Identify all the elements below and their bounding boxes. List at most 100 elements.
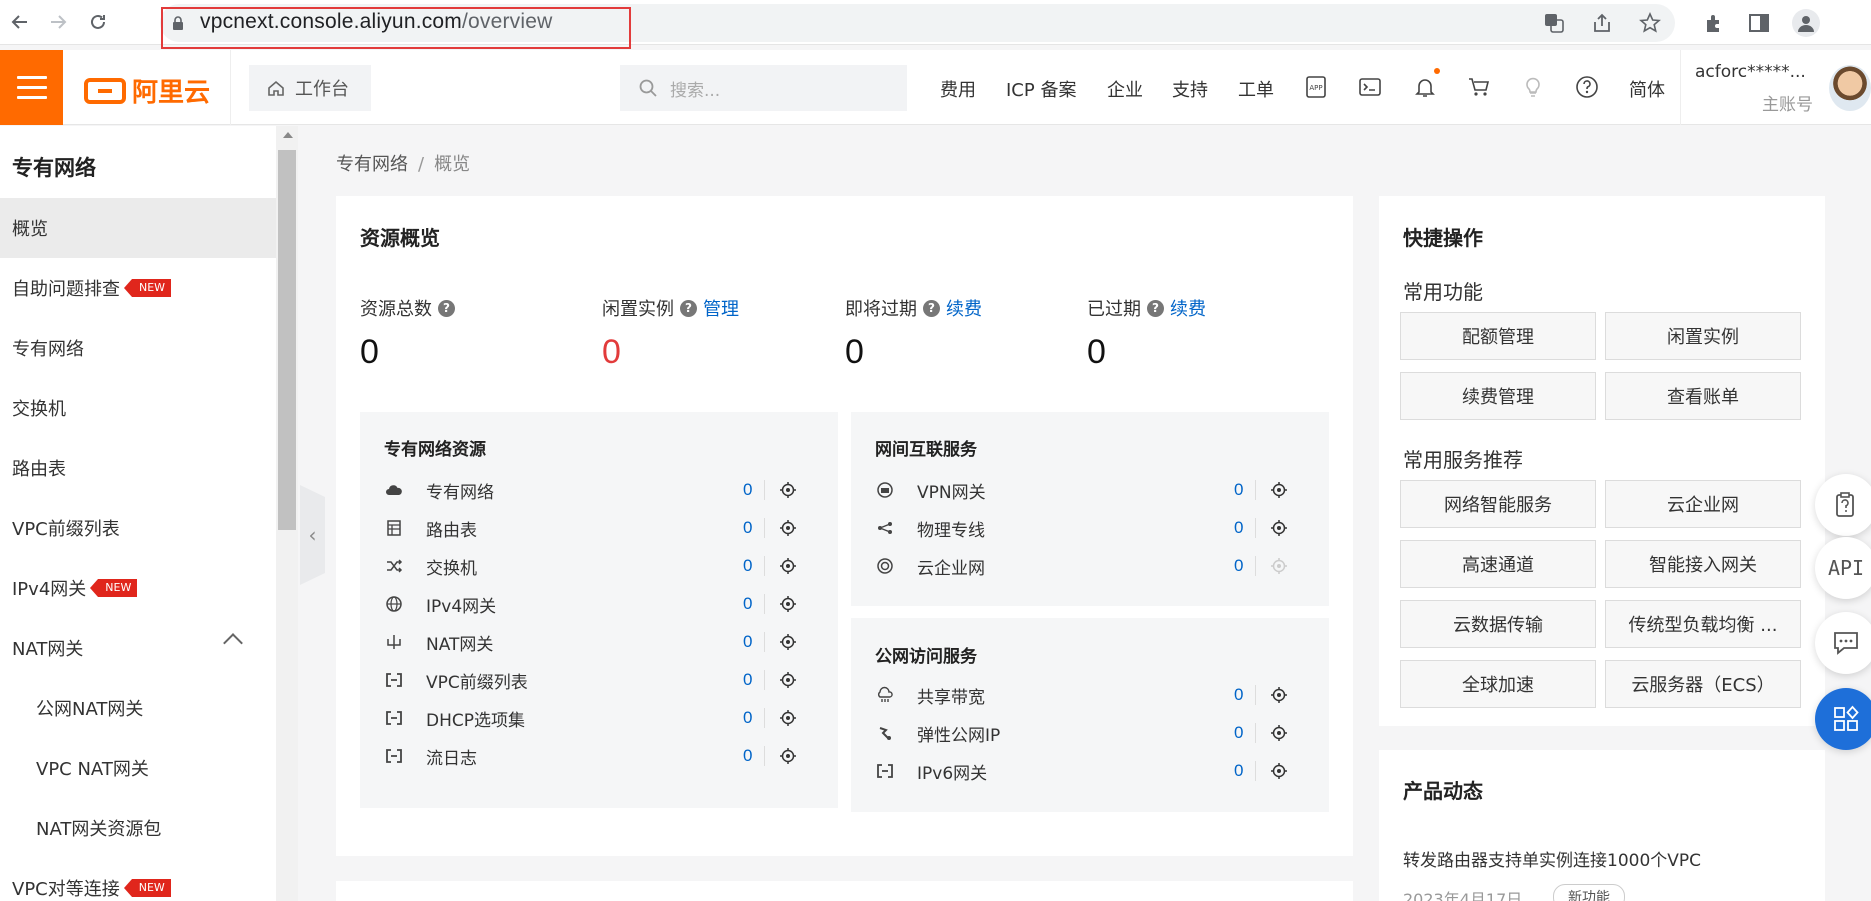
resource-count[interactable]: 0	[743, 670, 752, 690]
stat-idle-value[interactable]: 0	[602, 333, 621, 372]
help-icon[interactable]: ?	[923, 299, 940, 317]
feedback-float-button[interactable]	[1815, 474, 1871, 536]
resource-count[interactable]: 0	[1234, 723, 1243, 743]
quick-action-button[interactable]: 网络智能服务	[1400, 480, 1596, 528]
quick-action-button[interactable]: 高速通道	[1400, 540, 1596, 588]
bell-icon[interactable]	[1412, 74, 1438, 100]
locate-icon[interactable]	[1270, 762, 1288, 780]
locate-icon[interactable]	[779, 595, 797, 613]
header-link-billing[interactable]: 费用	[940, 76, 976, 102]
quick-action-button[interactable]: 智能接入网关	[1605, 540, 1801, 588]
terminal-icon[interactable]	[1357, 74, 1383, 100]
search-input[interactable]: 搜索...	[620, 65, 907, 111]
locate-icon[interactable]	[779, 481, 797, 499]
resource-count[interactable]: 0	[1234, 518, 1243, 538]
sidebar-collapse-button[interactable]: ‹	[300, 485, 325, 585]
quick-action-button[interactable]: 配额管理	[1400, 312, 1596, 360]
sidebar-item-overview[interactable]: 概览	[0, 198, 276, 258]
sidebar-item-vswitch[interactable]: 交换机	[0, 378, 276, 438]
sidebar-item-vpc-peering[interactable]: VPC对等连接 NEW	[0, 858, 276, 901]
sidebar-item-prefix-list[interactable]: VPC前缀列表	[0, 498, 276, 558]
menu-icon[interactable]	[0, 50, 63, 125]
locate-icon[interactable]	[1270, 724, 1288, 742]
locate-icon[interactable]	[1270, 686, 1288, 704]
share-icon[interactable]	[1588, 9, 1616, 37]
resource-count[interactable]: 0	[743, 708, 752, 728]
header-link-ticket[interactable]: 工单	[1238, 76, 1274, 102]
resource-count[interactable]: 0	[743, 746, 752, 766]
resource-count[interactable]: 0	[743, 594, 752, 614]
account-name[interactable]: acforc*****...	[1695, 62, 1806, 82]
help-icon[interactable]: ?	[680, 299, 697, 317]
chevron-up-icon[interactable]	[223, 633, 243, 653]
locate-icon[interactable]	[779, 519, 797, 537]
sidebar-item-public-nat[interactable]: 公网NAT网关	[0, 678, 276, 738]
cart-icon[interactable]	[1466, 74, 1492, 100]
sidebar-item-nat-package[interactable]: NAT网关资源包	[0, 798, 276, 858]
resource-count[interactable]: 0	[743, 556, 752, 576]
extensions-icon[interactable]	[1700, 9, 1728, 37]
locate-icon[interactable]	[779, 709, 797, 727]
forward-icon[interactable]	[44, 8, 72, 36]
chat-float-button[interactable]	[1815, 612, 1871, 674]
manage-link[interactable]: 管理	[703, 295, 739, 321]
side-panel-icon[interactable]	[1745, 9, 1773, 37]
locate-icon[interactable]	[1270, 519, 1288, 537]
resource-count[interactable]: 0	[1234, 556, 1243, 576]
scrollbar-thumb[interactable]	[278, 150, 296, 530]
help-icon[interactable]: ?	[438, 299, 455, 317]
sidebar-scrollbar[interactable]	[276, 126, 298, 901]
breadcrumb-root[interactable]: 专有网络	[336, 154, 408, 175]
lightbulb-icon[interactable]	[1520, 74, 1546, 100]
aliyun-logo[interactable]: 阿里云	[84, 72, 210, 109]
locate-icon[interactable]	[1270, 481, 1288, 499]
quick-action-button[interactable]: 传统型负载均衡 ...	[1605, 600, 1801, 648]
quick-action-button[interactable]: 查看账单	[1605, 372, 1801, 420]
language-switch[interactable]: 简体	[1629, 76, 1665, 102]
sidebar-item-nat-gateway[interactable]: NAT网关	[0, 618, 276, 678]
sidebar-item-vpc[interactable]: 专有网络	[0, 318, 276, 378]
locate-icon[interactable]	[779, 747, 797, 765]
header-link-enterprise[interactable]: 企业	[1107, 76, 1143, 102]
news-item-link[interactable]: 转发路由器支持单实例连接1000个VPC	[1403, 846, 1701, 871]
app-icon[interactable]: APP	[1303, 74, 1329, 100]
locate-icon[interactable]	[779, 633, 797, 651]
locate-icon[interactable]	[779, 557, 797, 575]
resource-row: 共享带宽 0	[875, 681, 1305, 709]
avatar[interactable]	[1829, 65, 1871, 111]
reload-icon[interactable]	[84, 8, 112, 36]
resource-count[interactable]: 0	[743, 632, 752, 652]
translate-icon[interactable]	[1540, 9, 1568, 37]
quick-action-button[interactable]: 全球加速	[1400, 660, 1596, 708]
profile-icon[interactable]	[1792, 9, 1820, 37]
resource-count[interactable]: 0	[1234, 480, 1243, 500]
renew-link[interactable]: 续费	[1170, 295, 1206, 321]
quick-action-button[interactable]: 云服务器（ECS）	[1605, 660, 1801, 708]
header-link-icp[interactable]: ICP 备案	[1006, 76, 1076, 102]
resource-count[interactable]: 0	[1234, 761, 1243, 781]
api-float-button[interactable]: API	[1815, 537, 1871, 599]
back-icon[interactable]	[6, 8, 34, 36]
sidebar-item-vpc-nat[interactable]: VPC NAT网关	[0, 738, 276, 798]
resource-count[interactable]: 0	[743, 518, 752, 538]
resource-count[interactable]: 0	[743, 480, 752, 500]
quick-action-button[interactable]: 云数据传输	[1400, 600, 1596, 648]
sidebar-item-ipv4-gateway[interactable]: IPv4网关 NEW	[0, 558, 276, 618]
sidebar-item-troubleshoot[interactable]: 自助问题排查 NEW	[0, 258, 276, 318]
renew-link[interactable]: 续费	[946, 295, 982, 321]
quick-action-button[interactable]: 闲置实例	[1605, 312, 1801, 360]
resource-count[interactable]: 0	[1234, 685, 1243, 705]
help-icon[interactable]: ?	[1147, 299, 1164, 317]
workbench-button[interactable]: 工作台	[249, 65, 371, 111]
header-link-support[interactable]: 支持	[1172, 76, 1208, 102]
bookmark-star-icon[interactable]	[1636, 9, 1664, 37]
apps-float-button[interactable]	[1815, 688, 1871, 750]
quick-action-button[interactable]: 云企业网	[1605, 480, 1801, 528]
scroll-up-arrow-icon[interactable]	[283, 132, 293, 138]
locate-icon[interactable]	[779, 671, 797, 689]
home-icon	[268, 80, 284, 96]
help-icon[interactable]	[1574, 74, 1600, 100]
sidebar-item-route-table[interactable]: 路由表	[0, 438, 276, 498]
quick-action-button[interactable]: 续费管理	[1400, 372, 1596, 420]
locate-icon[interactable]	[1270, 557, 1288, 575]
